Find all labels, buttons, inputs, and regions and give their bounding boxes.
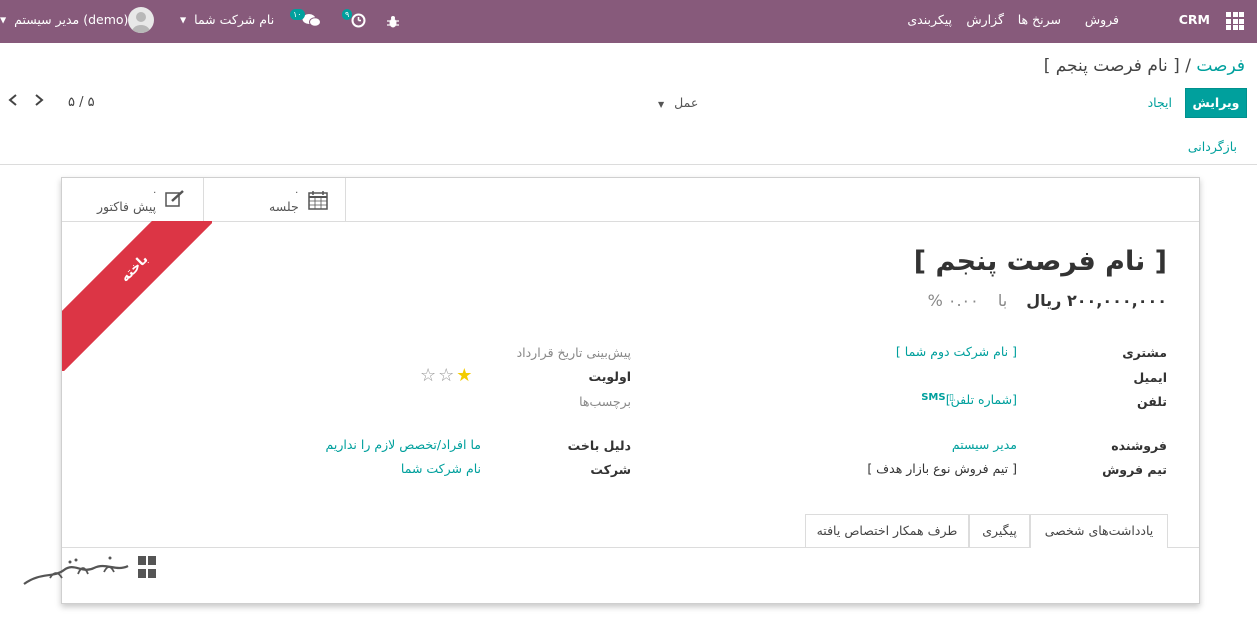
messages-chat-icon[interactable] [302, 0, 321, 43]
tab-followup[interactable]: پیگیری [969, 514, 1030, 547]
activities-clock-icon[interactable] [351, 0, 366, 43]
debug-bug-icon[interactable] [386, 1, 400, 44]
breadcrumb-parent[interactable]: فرصت [1196, 56, 1245, 76]
messages-count-badge: ۱۰ [290, 9, 305, 20]
customer-value[interactable]: [ نام شرکت دوم شما ] [896, 344, 1017, 359]
tab-internal-notes[interactable]: یادداشت‌های شخصی [1030, 514, 1168, 548]
tags-label: برچسب‌ها [579, 394, 631, 409]
caret-down-icon: ▼ [180, 15, 187, 25]
create-button[interactable]: ایجاد [1148, 95, 1172, 110]
sms-button[interactable]: ▯ SMS [921, 392, 954, 403]
company-value[interactable]: نام شرکت شما [401, 461, 481, 476]
sms-label: SMS [921, 392, 946, 403]
sales-team-value[interactable]: [ تیم فروش نوع بازار هدف ] [867, 461, 1017, 476]
priority-stars[interactable]: ☆☆★ [420, 365, 474, 386]
quotations-smart-button[interactable]: ۰ پیش فاکتور [62, 178, 204, 221]
ribbon-label: باخته [62, 221, 212, 371]
action-dropdown-label: عمل [674, 95, 699, 110]
notebook-tabs: یادداشت‌های شخصی پیگیری طرف همکار اختصاص… [62, 514, 1199, 548]
user-name: مدیر سیستم (demo) [14, 12, 129, 27]
control-panel: فرصت / [ نام فرصت پنجم ] ویرایش ایجاد ▼ … [0, 43, 1257, 131]
menu-reporting[interactable]: گزارش [966, 0, 1004, 43]
meetings-count: ۰ [294, 187, 300, 198]
menu-sales[interactable]: فروش [1085, 0, 1119, 43]
watermark-logo [20, 548, 170, 593]
star-empty-icon[interactable]: ☆ [438, 365, 456, 386]
form-sheet: ۰ پیش فاکتور ۰ جلسه باخته [ نام فرصت پنج… [61, 177, 1200, 604]
pager-next-button[interactable] [34, 92, 44, 112]
restore-button[interactable]: بازگردانی [1188, 139, 1237, 154]
company-label: شرکت [590, 462, 631, 477]
company-switcher[interactable]: ▼ نام شرکت شما [180, 0, 274, 43]
top-navbar: CRM فروش سرنخ ها گزارش پیکربندی ۹ ۱۰ ▼ ن… [0, 0, 1257, 43]
quotations-count: ۰ [152, 187, 158, 198]
user-avatar[interactable] [128, 7, 154, 33]
company-switcher-label: نام شرکت شما [194, 12, 275, 27]
meetings-smart-button[interactable]: ۰ جلسه [204, 178, 346, 221]
pager-counter[interactable]: ۵ / ۵ [68, 95, 95, 110]
sales-team-label: تیم فروش [1102, 462, 1167, 477]
lost-reason-value[interactable]: ما افراد/تخصص لازم را نداریم [326, 437, 481, 452]
probability: ۰.۰۰ % [927, 291, 979, 310]
meetings-label: جلسه [269, 199, 299, 214]
user-menu[interactable]: ▼ مدیر سیستم (demo) [0, 0, 128, 43]
menu-leads[interactable]: سرنخ ها [1018, 0, 1061, 43]
action-dropdown[interactable]: ▼ عمل [658, 95, 698, 110]
tab-assigned-partner[interactable]: طرف همکار اختصاص یافته [805, 514, 969, 547]
salesperson-value[interactable]: مدیر سیستم [952, 437, 1017, 452]
mobile-icon: ▯ [949, 393, 954, 403]
app-brand[interactable]: CRM [1179, 0, 1210, 43]
breadcrumb-current: [ نام فرصت پنجم ] [1043, 56, 1180, 76]
phone-label: تلفن [1136, 394, 1167, 409]
expected-closing-label: پیش‌بینی تاریخ قرارداد [516, 345, 631, 360]
star-filled-icon[interactable]: ★ [456, 365, 474, 386]
priority-label: اولویت [588, 369, 631, 384]
expected-revenue: ۲۰۰,۰۰۰,۰۰۰ ریال [1026, 291, 1167, 310]
breadcrumb: فرصت / [ نام فرصت پنجم ] [1044, 56, 1245, 76]
apps-menu-icon[interactable] [1226, 12, 1244, 30]
record-title: [ نام فرصت پنجم ] [913, 246, 1167, 277]
edit-button[interactable]: ویرایش [1185, 88, 1247, 118]
revenue-with: با [997, 291, 1008, 310]
customer-label: مشتری [1122, 345, 1167, 360]
caret-down-icon: ▼ [658, 100, 665, 109]
breadcrumb-separator: / [1185, 56, 1191, 76]
quotations-label: پیش فاکتور [97, 199, 157, 214]
lost-ribbon: باخته [62, 221, 212, 371]
email-label: ایمیل [1133, 370, 1167, 385]
star-empty-icon[interactable]: ☆ [420, 365, 438, 386]
menu-configuration[interactable]: پیکربندی [907, 0, 952, 43]
status-bar: بازگردانی [0, 130, 1257, 165]
revenue-line: ۲۰۰,۰۰۰,۰۰۰ ریال با ۰.۰۰ % [928, 291, 1167, 310]
calendar-icon [308, 190, 328, 213]
lost-reason-label: دلیل باخت [567, 438, 631, 453]
salesperson-label: فروشنده [1111, 438, 1167, 453]
caret-down-icon: ▼ [0, 15, 7, 25]
pager-previous-button[interactable] [8, 92, 18, 112]
smart-button-box: ۰ پیش فاکتور ۰ جلسه [62, 178, 1199, 222]
edit-pencil-icon [165, 190, 185, 211]
phone-value[interactable]: [شماره تلفن] [946, 392, 1017, 407]
